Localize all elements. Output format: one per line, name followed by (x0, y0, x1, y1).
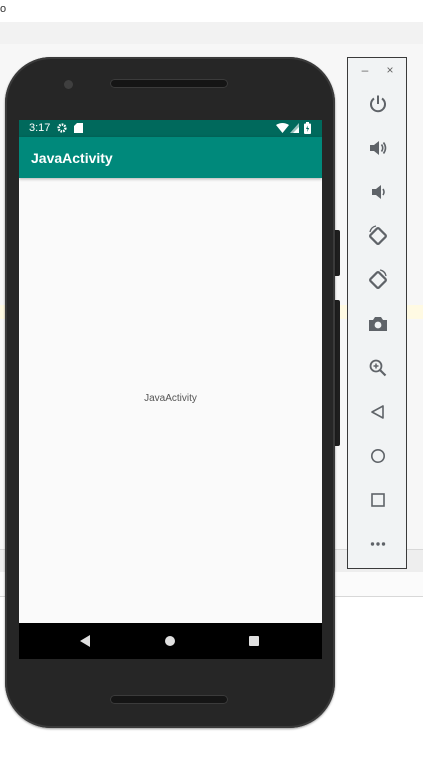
battery-icon (304, 122, 311, 134)
wifi-icon (276, 123, 289, 133)
status-bar: 3:17 (19, 120, 322, 137)
navigation-bar (19, 623, 322, 659)
phone-power-key (335, 230, 340, 276)
overview-square-icon (371, 493, 385, 507)
rotate-left-icon (369, 225, 387, 245)
overview-button[interactable] (364, 486, 392, 514)
home-button[interactable] (364, 442, 392, 470)
bottom-speaker (110, 695, 228, 704)
sd-card-icon (74, 123, 83, 133)
camera-icon (369, 317, 387, 331)
phone-volume-key (335, 300, 340, 446)
more-button[interactable] (364, 530, 392, 558)
rotate-right-button[interactable] (364, 266, 392, 294)
ide-title-fragment: o (0, 3, 7, 15)
top-speaker (110, 79, 228, 88)
volume-up-button[interactable] (364, 134, 392, 162)
volume-down-icon (372, 185, 385, 199)
back-triangle-icon (371, 405, 384, 419)
emulator-control-panel: – × (347, 57, 407, 569)
more-dots-icon (370, 542, 386, 546)
screenshot-button[interactable] (364, 310, 392, 338)
home-circle-icon (371, 449, 385, 463)
zoom-in-icon (369, 359, 387, 377)
ide-toolbar (0, 22, 423, 64)
settings-notification-icon (57, 123, 67, 133)
panel-close-button[interactable]: × (384, 64, 396, 76)
app-title: JavaActivity (31, 150, 113, 166)
volume-down-button[interactable] (364, 178, 392, 206)
nav-back-icon[interactable] (79, 635, 91, 647)
nav-home-icon[interactable] (164, 635, 176, 647)
nav-overview-icon[interactable] (248, 635, 260, 647)
cell-signal-icon (290, 123, 299, 133)
rotate-right-icon (369, 269, 387, 289)
panel-minimize-button[interactable]: – (359, 64, 371, 76)
zoom-button[interactable] (364, 354, 392, 382)
volume-up-icon (370, 141, 387, 155)
ide-title-area: o (0, 0, 423, 22)
center-text: JavaActivity (144, 393, 197, 404)
app-bar: JavaActivity (19, 137, 322, 178)
rotate-left-button[interactable] (364, 222, 392, 250)
device-screen[interactable]: 3:17 JavaActivity JavaActivity (19, 120, 322, 659)
power-button[interactable] (364, 90, 392, 118)
back-button[interactable] (364, 398, 392, 426)
front-camera (64, 80, 73, 89)
power-icon (370, 95, 386, 113)
status-time: 3:17 (29, 122, 51, 134)
